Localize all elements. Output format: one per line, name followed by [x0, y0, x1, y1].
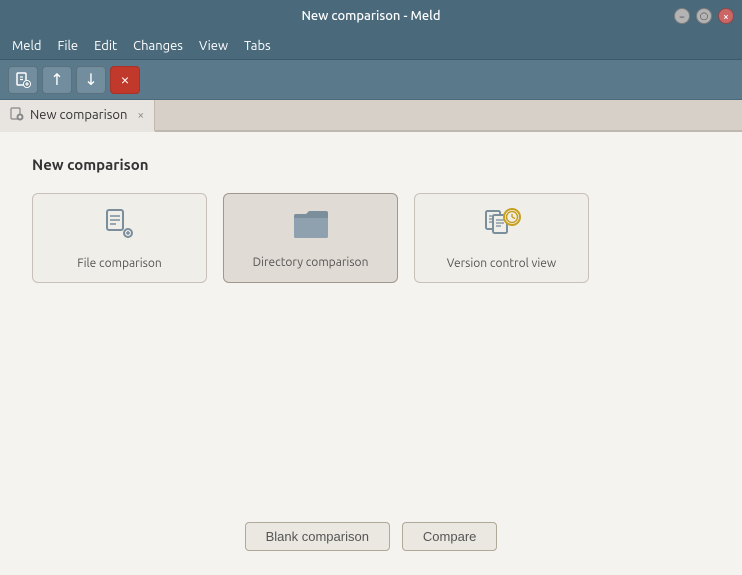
tab-document-icon — [10, 107, 24, 124]
maximize-button[interactable]: ○ — [696, 8, 712, 24]
tab-label: New comparison — [30, 108, 127, 122]
titlebar: New comparison - Meld − ○ × — [0, 0, 742, 32]
menu-file[interactable]: File — [49, 35, 86, 57]
menubar: Meld File Edit Changes View Tabs — [0, 32, 742, 60]
new-comparison-tab[interactable]: New comparison × — [0, 100, 155, 132]
action-row: Blank comparison Compare — [32, 522, 710, 551]
toolbar: ↑ ↓ × — [0, 60, 742, 100]
vc-comparison-label: Version control view — [447, 257, 556, 270]
comparison-options: File comparison Directory comparison — [32, 193, 710, 283]
file-comparison-label: File comparison — [77, 257, 161, 270]
doc-plus-icon — [10, 107, 24, 121]
file-comparison-card[interactable]: File comparison — [32, 193, 207, 283]
down-arrow-icon: ↓ — [84, 70, 97, 89]
stop-button[interactable]: × — [110, 66, 140, 94]
menu-changes[interactable]: Changes — [125, 35, 191, 57]
vc-icon-svg — [482, 207, 522, 243]
scroll-down-button[interactable]: ↓ — [76, 66, 106, 94]
window-controls: − ○ × — [674, 8, 734, 24]
menu-edit[interactable]: Edit — [86, 35, 125, 57]
up-arrow-icon: ↑ — [50, 70, 63, 89]
menu-view[interactable]: View — [191, 35, 236, 57]
minimize-button[interactable]: − — [674, 8, 690, 24]
close-icon: × — [120, 71, 129, 89]
menu-tabs[interactable]: Tabs — [236, 35, 279, 57]
scroll-up-button[interactable]: ↑ — [42, 66, 72, 94]
tabbar: New comparison × — [0, 100, 742, 132]
tab-close-button[interactable]: × — [137, 109, 144, 122]
vc-comparison-icon — [482, 207, 522, 249]
vc-comparison-card[interactable]: Version control view — [414, 193, 589, 283]
section-title: New comparison — [32, 156, 710, 173]
directory-comparison-icon — [292, 208, 330, 248]
compare-button[interactable]: Compare — [402, 522, 497, 551]
blank-comparison-button[interactable]: Blank comparison — [245, 522, 390, 551]
new-comparison-toolbar-button[interactable] — [8, 66, 38, 94]
file-comparison-icon — [102, 207, 138, 249]
close-window-button[interactable]: × — [718, 8, 734, 24]
directory-comparison-label: Directory comparison — [253, 256, 369, 269]
directory-comparison-card[interactable]: Directory comparison — [223, 193, 398, 283]
window-title: New comparison - Meld — [301, 9, 440, 23]
new-icon — [15, 72, 31, 88]
main-content: New comparison File comparison — [0, 132, 742, 575]
menu-meld[interactable]: Meld — [4, 35, 49, 57]
folder-icon-svg — [292, 208, 330, 242]
file-icon-svg — [102, 207, 138, 243]
